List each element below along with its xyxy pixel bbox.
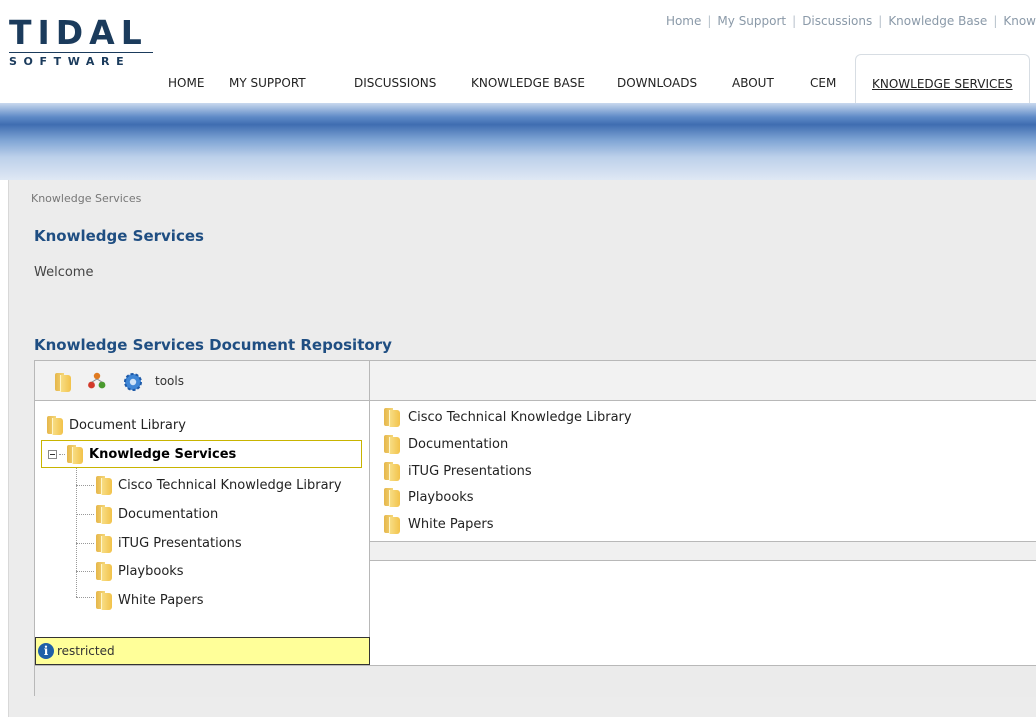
groups-icon[interactable] [87,372,106,390]
tree-connector [59,453,65,455]
folder-tree: Document Library Knowledge Services Cisc… [35,401,370,637]
util-link-know[interactable]: Know [1003,14,1036,28]
tree-connector [76,514,94,515]
repository-title: Knowledge Services Document Repository [34,336,392,354]
toolbar-right [370,361,1036,401]
tree-node-documentation[interactable]: Documentation [96,502,218,526]
list-item[interactable]: Cisco Technical Knowledge Library [384,406,632,428]
folder-icon [96,561,114,581]
utility-links: Home | My Support | Discussions | Knowledge Ba… [666,14,1036,28]
tree-connector [76,571,94,572]
logo-rule [9,52,153,53]
util-link-my-support[interactable]: My Support [717,14,786,28]
tree-node-label: Documentation [118,506,219,522]
tree-node-white-papers[interactable]: White Papers [96,588,204,612]
repository-toolbar: tools [35,361,370,401]
tree-node-label: White Papers [118,592,204,608]
list-item[interactable]: iTUG Presentations [384,460,532,482]
nav-about[interactable]: ABOUT [732,76,774,90]
tree-node-label: iTUG Presentations [118,535,242,551]
bottom-bar [35,665,1036,697]
list-item[interactable]: Documentation [384,433,508,455]
folder-icon [384,407,402,427]
tree-connector [76,597,94,598]
nav-downloads[interactable]: DOWNLOADS [617,76,697,90]
list-item[interactable]: White Papers [384,513,494,535]
list-item-label: Playbooks [408,489,474,505]
nav-cem[interactable]: CEM [810,76,836,90]
folder-icon [47,415,65,435]
page-title: Knowledge Services [34,227,204,245]
tree-connector [76,485,94,486]
tree-node-knowledge-services[interactable]: Knowledge Services [41,440,362,468]
tree-node-cisco-technical-knowledge-library[interactable]: Cisco Technical Knowledge Library [96,473,342,497]
nav-discussions[interactable]: DISCUSSIONS [354,76,436,90]
collapse-icon[interactable] [48,449,57,459]
nav-knowledge-base[interactable]: KNOWLEDGE BASE [471,76,585,90]
folder-icon [384,487,402,507]
folder-icon[interactable] [55,372,73,392]
list-item-label: Cisco Technical Knowledge Library [408,409,632,425]
folder-icon [384,434,402,454]
folder-icon [96,504,114,524]
tree-node-document-library[interactable]: Document Library [47,413,186,437]
separator: | [792,14,797,28]
folder-icon [384,461,402,481]
document-repository: tools Document Library Knowledge Service… [34,360,1036,697]
util-link-knowledge-base[interactable]: Knowledge Base [888,14,987,28]
folder-icon [96,533,114,553]
nav-home[interactable]: HOME [168,76,204,90]
info-icon: i [38,643,54,659]
tree-node-label: Document Library [69,417,186,433]
welcome-text: Welcome [34,265,94,280]
tools-label[interactable]: tools [155,374,184,388]
file-list: Cisco Technical Knowledge Library Docume… [370,401,1036,541]
folder-icon [55,372,73,392]
separator: | [707,14,712,28]
folder-icon [96,475,114,495]
breadcrumb[interactable]: Knowledge Services [31,192,141,205]
logo-word: TIDAL [9,13,148,52]
tree-node-playbooks[interactable]: Playbooks [96,559,184,583]
list-item[interactable]: Playbooks [384,486,474,508]
content-panel: Knowledge Services Knowledge Services We… [8,180,1036,717]
list-item-label: iTUG Presentations [408,463,532,479]
logo-subword: SOFTWARE [9,55,131,68]
folder-icon [384,514,402,534]
tree-node-label: Knowledge Services [89,446,237,462]
tree-node-label: Cisco Technical Knowledge Library [118,477,342,493]
pane-divider[interactable] [370,541,1036,561]
folder-icon [67,444,85,464]
site-header: TIDAL SOFTWARE Home | My Support | Discussio… [0,0,1036,103]
status-text: restricted [57,644,115,658]
nav-knowledge-services[interactable]: KNOWLEDGE SERVICES [855,54,1030,103]
separator: | [993,14,998,28]
status-bar: i restricted [35,637,370,665]
tree-node-label: Playbooks [118,563,184,579]
settings-icon[interactable] [123,372,142,391]
util-link-discussions[interactable]: Discussions [802,14,872,28]
separator: | [878,14,883,28]
nav-my-support[interactable]: MY SUPPORT [229,76,306,90]
list-item-label: Documentation [408,436,509,452]
util-link-home[interactable]: Home [666,14,701,28]
tree-connector [76,543,94,544]
tidal-software-logo[interactable]: TIDAL SOFTWARE [9,13,159,68]
folder-icon [96,590,114,610]
tree-node-itug-presentations[interactable]: iTUG Presentations [96,531,242,555]
list-item-label: White Papers [408,516,494,532]
tree-connector [76,468,77,597]
header-banner [0,103,1036,180]
detail-pane [370,561,1036,665]
